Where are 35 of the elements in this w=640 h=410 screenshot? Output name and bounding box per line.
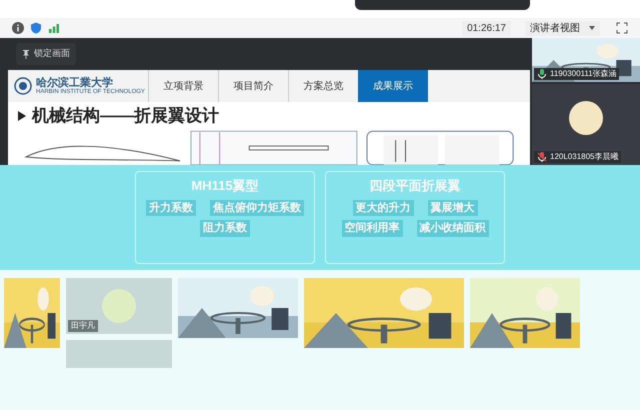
slide-title: 机械结构——折展翼设计	[32, 105, 219, 128]
panel-text: 阻力系数	[200, 220, 250, 236]
caret-icon	[589, 26, 595, 30]
avatar	[569, 100, 603, 134]
pin-icon	[22, 50, 30, 58]
panel-text: 空间利用率	[342, 220, 402, 236]
participant-tile[interactable]: 1190300111张森涵	[532, 38, 640, 82]
panel-text: 减小收纳面积	[416, 220, 488, 236]
lock-view-button[interactable]: 锁定画面	[16, 43, 76, 65]
gallery-tile[interactable]	[66, 340, 172, 368]
info-icon[interactable]	[12, 22, 24, 34]
university-name: 哈尔滨工業大学	[36, 76, 114, 88]
slide-nav-tab[interactable]: 成果展示	[358, 70, 428, 102]
fullscreen-icon[interactable]	[616, 22, 628, 34]
panel-text: 焦点俯仰力矩系数	[210, 200, 304, 216]
panel-text: 更大的升力	[352, 200, 414, 216]
gallery-tile[interactable]: 田宇凡	[66, 278, 172, 334]
university-emblem-icon	[14, 77, 32, 95]
meeting-timer: 01:26:17	[462, 20, 511, 36]
slide-nav-tab[interactable]: 项目简介	[218, 70, 288, 102]
participant-tile[interactable]: 120L031805李晨曦	[532, 84, 640, 165]
panel-heading: MH115翼型	[191, 177, 259, 195]
panel-text: 升力系数	[146, 200, 196, 216]
slide-nav-tab[interactable]: 立项背景	[148, 70, 218, 102]
participant-name: 田宇凡	[68, 320, 98, 332]
shield-icon[interactable]	[30, 22, 42, 34]
muted-microphone-icon	[536, 151, 548, 163]
panel-heading: 四段平面折展翼	[370, 177, 460, 195]
signal-icon[interactable]	[48, 22, 60, 34]
participant-name: 1190300111张森涵	[550, 68, 617, 80]
view-dropdown[interactable]: 演讲者视图	[525, 20, 600, 36]
participant-name: 120L031805李晨曦	[550, 151, 618, 163]
microphone-icon	[536, 68, 548, 80]
arrow-bullet-icon	[18, 111, 26, 121]
panel-text: 翼展增大	[428, 200, 478, 216]
